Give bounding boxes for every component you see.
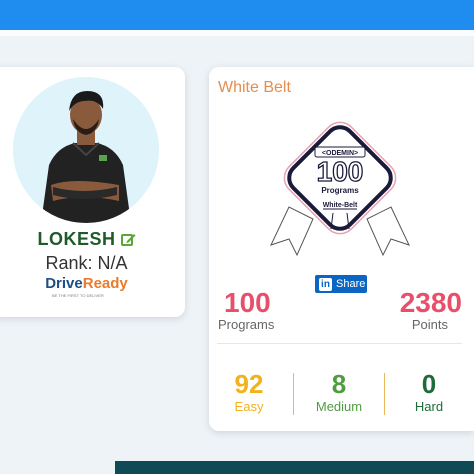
programs-count: 100	[224, 287, 271, 318]
white-belt-badge: <ODEMIN> 100 Programs White-Belt	[270, 121, 410, 257]
edit-icon[interactable]	[120, 231, 136, 252]
hard-label: Hard	[414, 399, 444, 414]
difficulty-divider	[293, 373, 294, 415]
points-label: Points	[411, 317, 448, 332]
rank-label: Rank:	[45, 253, 93, 273]
stats-divider	[217, 343, 462, 344]
hard-count: 0	[421, 369, 437, 399]
top-header-bar	[0, 0, 474, 30]
medium-label: Medium	[315, 399, 363, 414]
programs-label: Programs	[218, 317, 275, 332]
brand-part2: Ready	[82, 275, 128, 292]
brand-tagline: BE THE FIRST TO DELIVER	[52, 293, 104, 298]
easy-label: Easy	[234, 399, 264, 414]
difficulty-divider	[384, 373, 385, 415]
profile-name: LOKESH	[37, 229, 116, 249]
badge-number: 100	[317, 156, 364, 187]
stats-card: White Belt <ODEMIN> 100 Programs White-B…	[209, 67, 474, 431]
medium-count: 8	[331, 369, 347, 399]
driveready-logo: DriveReady	[0, 275, 185, 292]
share-label: Share	[336, 278, 366, 290]
header-strip	[0, 30, 474, 36]
brand-part1: Drive	[45, 275, 83, 292]
bottom-banner	[115, 461, 474, 474]
rank-value: N/A	[97, 253, 128, 273]
profile-name-row: LOKESH	[0, 229, 185, 252]
avatar	[13, 77, 159, 223]
belt-title: White Belt	[218, 79, 291, 96]
linkedin-share-button[interactable]: in Share	[315, 275, 367, 293]
points-count: 2380	[399, 287, 462, 318]
easy-count: 92	[234, 369, 264, 399]
badge-programs-label: Programs	[321, 186, 359, 195]
linkedin-icon: in	[319, 277, 332, 291]
profile-card: LOKESH Rank: N/A DriveReady BE THE FIRST…	[0, 67, 185, 317]
badge-belt-label: White-Belt	[323, 202, 358, 209]
rank-row: Rank: N/A	[0, 253, 185, 274]
